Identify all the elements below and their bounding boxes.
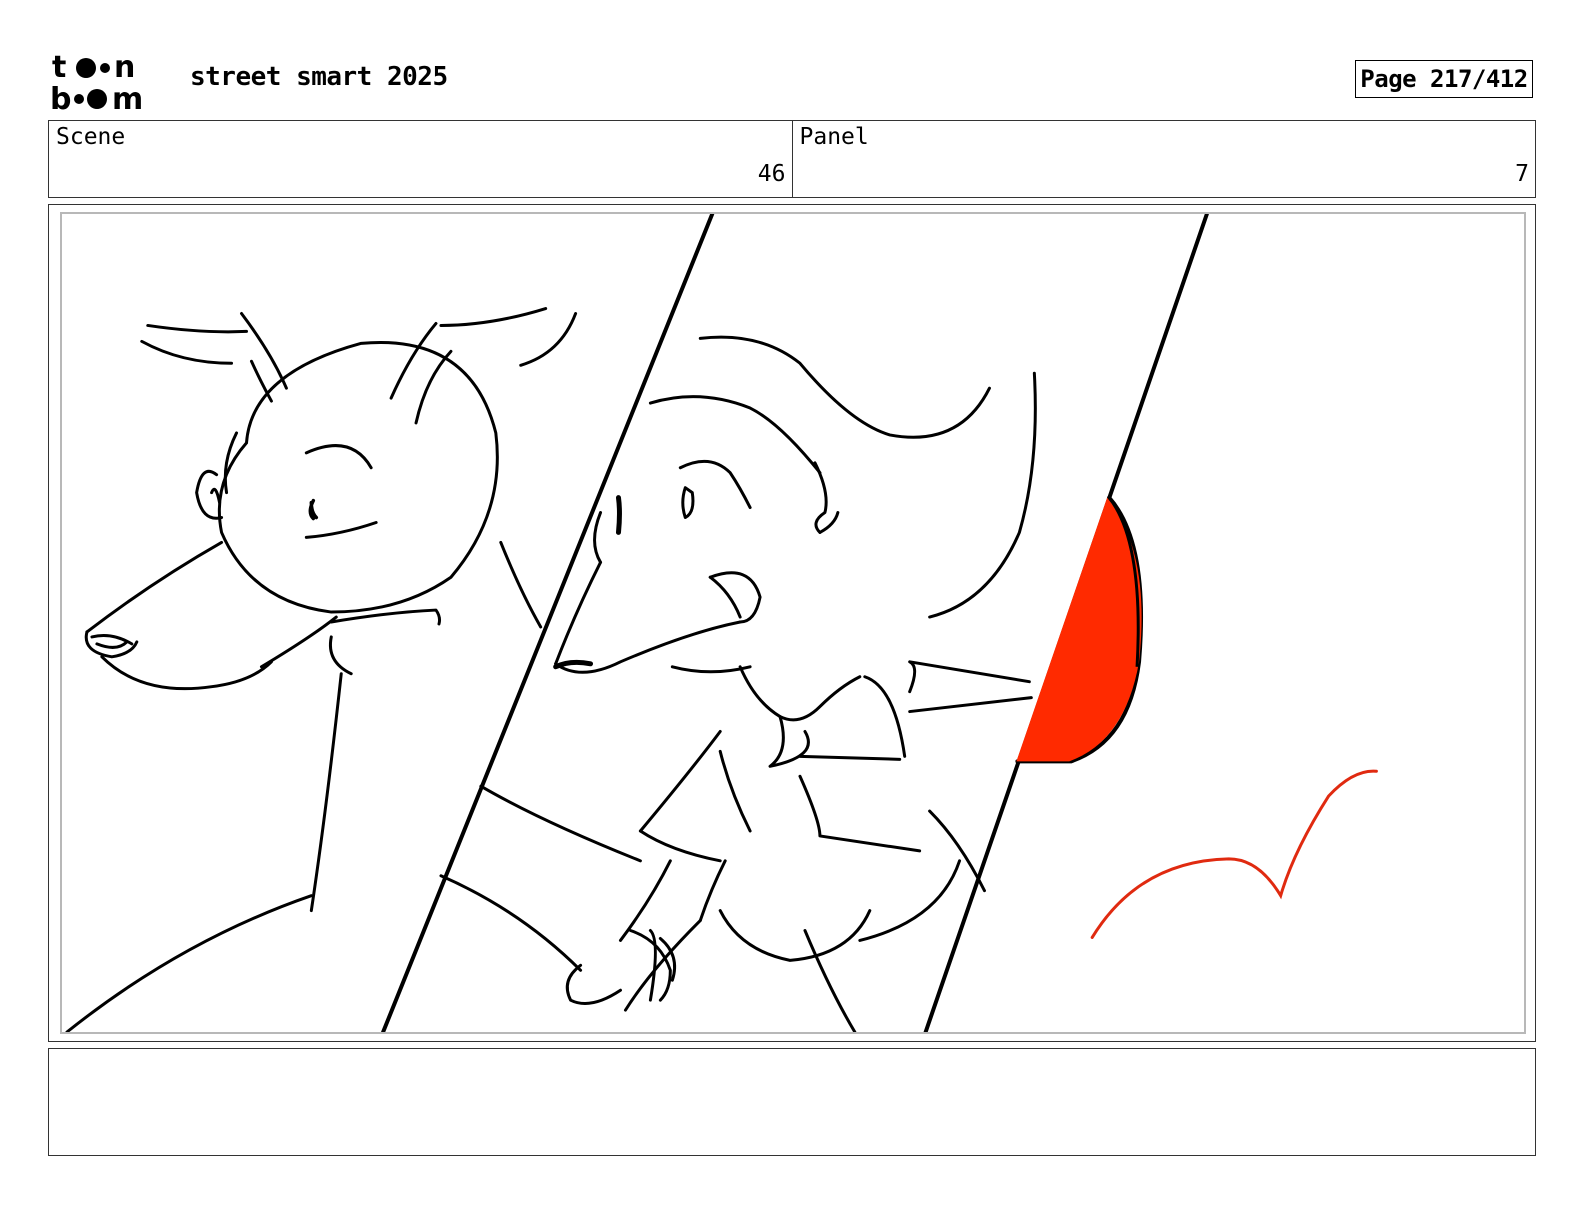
toon-boom-logo: t n b m bbox=[50, 50, 166, 112]
toon-boom-logo-icon: t n b m bbox=[50, 50, 143, 112]
svg-text:b: b bbox=[50, 82, 71, 112]
panel-label: Panel bbox=[799, 124, 869, 150]
sketch-illustration bbox=[65, 214, 1378, 1032]
panel-cell: Panel 7 bbox=[791, 121, 1536, 197]
storyboard-drawing bbox=[60, 212, 1526, 1034]
scene-number: 46 bbox=[757, 161, 786, 187]
scene-label: Scene bbox=[56, 124, 126, 150]
page-counter: Page 217/412 bbox=[1355, 60, 1533, 98]
red-squiggle bbox=[1090, 769, 1378, 939]
scene-panel-info-row: Scene 46 Panel 7 bbox=[48, 120, 1536, 198]
svg-text:t: t bbox=[52, 50, 66, 85]
red-shape bbox=[1016, 497, 1142, 762]
project-title: street smart 2025 bbox=[190, 62, 448, 92]
svg-text:n: n bbox=[114, 50, 135, 85]
caption-box bbox=[48, 1048, 1536, 1156]
diagonal-line-left bbox=[381, 214, 715, 1032]
storyboard-panel-frame bbox=[48, 204, 1536, 1042]
svg-text:m: m bbox=[112, 82, 143, 112]
panel-number: 7 bbox=[1515, 161, 1529, 187]
scene-cell: Scene 46 bbox=[49, 121, 792, 197]
